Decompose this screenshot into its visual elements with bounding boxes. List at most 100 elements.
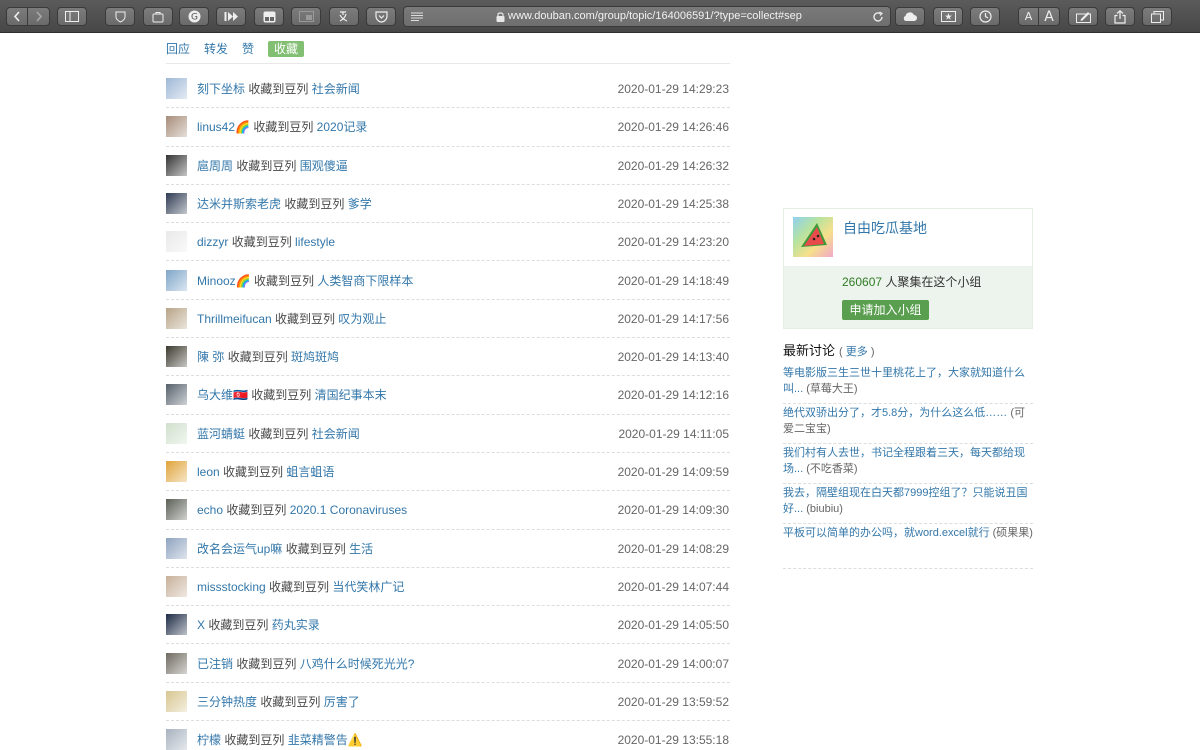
user-link[interactable]: X bbox=[197, 618, 205, 632]
user-avatar[interactable] bbox=[166, 116, 187, 138]
user-avatar[interactable] bbox=[166, 307, 187, 329]
collect-text: 柠檬 收藏到豆列 韭菜精警告⚠️ bbox=[197, 733, 363, 747]
doulist-link[interactable]: 清国纪事本末 bbox=[315, 388, 387, 402]
shield-extension-button[interactable] bbox=[105, 7, 135, 26]
tab-replies[interactable]: 回应 bbox=[166, 41, 190, 57]
doulist-link[interactable]: 斑鸠斑鸠 bbox=[291, 350, 339, 364]
star-box-icon bbox=[940, 11, 956, 22]
reader-view-icon[interactable] bbox=[411, 12, 423, 21]
user-link[interactable]: linus42🌈 bbox=[197, 120, 250, 134]
user-link[interactable]: leon bbox=[197, 465, 220, 479]
tab-overview-button[interactable] bbox=[1142, 7, 1172, 26]
favorites-button[interactable] bbox=[933, 7, 963, 26]
user-avatar[interactable] bbox=[166, 690, 187, 712]
reload-icon[interactable] bbox=[872, 11, 884, 23]
user-avatar[interactable] bbox=[166, 575, 187, 597]
user-link[interactable]: 陳 弥 bbox=[197, 350, 224, 364]
user-link[interactable]: dizzyr bbox=[197, 235, 228, 249]
user-avatar[interactable] bbox=[166, 499, 187, 521]
collect-row: echo 收藏到豆列 2020.1 Coronaviruses 2020-01-2… bbox=[166, 491, 730, 530]
latest-heading-text: 最新讨论 bbox=[783, 343, 836, 358]
reader-extension-button[interactable] bbox=[254, 7, 284, 26]
user-avatar[interactable] bbox=[166, 231, 187, 253]
user-avatar[interactable] bbox=[166, 652, 187, 674]
user-avatar[interactable] bbox=[166, 729, 187, 750]
tab-likes[interactable]: 赞 bbox=[242, 41, 254, 57]
more-link[interactable]: 更多 bbox=[846, 346, 868, 358]
translate-extension-button[interactable] bbox=[329, 7, 359, 26]
user-link[interactable]: 乌大维🇰🇵 bbox=[197, 388, 248, 402]
icloud-tabs-button[interactable] bbox=[895, 7, 925, 26]
share-button[interactable] bbox=[1105, 7, 1135, 26]
collect-row: Thrillmeifucan 收藏到豆列 叹为观止 2020-01-29 14:1… bbox=[166, 300, 730, 339]
user-avatar[interactable] bbox=[166, 154, 187, 176]
user-link[interactable]: 已注销 bbox=[197, 657, 233, 671]
doulist-link[interactable]: 药丸实录 bbox=[272, 618, 320, 632]
group-card: 自由吃瓜基地 260607 人聚集在这个小组 申请加入小组 bbox=[783, 208, 1033, 329]
font-smaller-label: A bbox=[1024, 10, 1033, 23]
user-link[interactable]: missstocking bbox=[197, 580, 266, 594]
doulist-link[interactable]: 生活 bbox=[349, 542, 373, 556]
user-avatar[interactable] bbox=[166, 78, 187, 99]
collect-row: dizzyr 收藏到豆列 lifestyle 2020-01-29 14:23:2… bbox=[166, 223, 730, 262]
doulist-link[interactable]: 爹学 bbox=[348, 197, 372, 211]
user-link[interactable]: 刻下坐标 bbox=[197, 82, 245, 96]
doulist-link[interactable]: 2020记录 bbox=[317, 120, 368, 134]
back-button[interactable] bbox=[6, 7, 28, 26]
font-smaller-button[interactable]: A bbox=[1018, 7, 1039, 26]
save-extension-button[interactable] bbox=[143, 7, 173, 26]
collect-action-text: 收藏到豆列 bbox=[260, 694, 321, 709]
user-avatar[interactable] bbox=[166, 269, 187, 291]
user-avatar[interactable] bbox=[166, 192, 187, 214]
user-avatar[interactable] bbox=[166, 422, 187, 444]
sidebar-button[interactable] bbox=[57, 7, 87, 26]
user-link[interactable]: 柠檬 bbox=[197, 733, 221, 747]
collect-text: 陳 弥 收藏到豆列 斑鸠斑鸠 bbox=[197, 350, 339, 364]
user-link[interactable]: 改名会运气up嘛 bbox=[197, 542, 282, 556]
doulist-link[interactable]: 韭菜精警告⚠️ bbox=[288, 733, 363, 747]
annotate-button[interactable] bbox=[1068, 7, 1098, 26]
doulist-link[interactable]: lifestyle bbox=[295, 235, 335, 249]
chevron-left-icon bbox=[13, 11, 20, 22]
doulist-link[interactable]: 2020.1 Coronaviruses bbox=[290, 503, 407, 517]
doulist-link[interactable]: 厉害了 bbox=[324, 695, 360, 709]
font-larger-button[interactable]: A bbox=[1039, 7, 1060, 26]
pocket-button[interactable] bbox=[366, 7, 396, 26]
user-avatar[interactable] bbox=[166, 537, 187, 559]
tab-reshares[interactable]: 转发 bbox=[204, 41, 228, 57]
user-link[interactable]: 达米并斯索老虎 bbox=[197, 197, 281, 211]
user-link[interactable]: Minooz🌈 bbox=[197, 274, 251, 288]
join-group-button[interactable]: 申请加入小组 bbox=[842, 300, 929, 320]
doulist-link[interactable]: 围观傻逼 bbox=[300, 159, 348, 173]
tab-collects[interactable]: 收藏 bbox=[268, 41, 305, 57]
doulist-link[interactable]: 社会新闻 bbox=[312, 82, 360, 96]
user-link[interactable]: 蓝河蜻蜓 bbox=[197, 427, 245, 441]
doulist-link[interactable]: 社会新闻 bbox=[312, 427, 360, 441]
doulist-link[interactable]: 蛆言蛆语 bbox=[286, 465, 334, 479]
grammar-extension-button[interactable]: G bbox=[179, 7, 209, 26]
group-avatar[interactable] bbox=[793, 217, 833, 257]
user-avatar[interactable] bbox=[166, 384, 187, 406]
doulist-link[interactable]: 八鸡什么时候死光光? bbox=[300, 657, 415, 671]
screen-extension-button[interactable] bbox=[291, 7, 321, 26]
user-link[interactable]: Thrillmeifucan bbox=[197, 312, 272, 326]
group-name-link[interactable]: 自由吃瓜基地 bbox=[843, 220, 927, 236]
forward-button[interactable] bbox=[28, 7, 50, 26]
user-link[interactable]: echo bbox=[197, 503, 223, 517]
doulist-link[interactable]: 人类智商下限样本 bbox=[317, 274, 413, 288]
doulist-link[interactable]: 叹为观止 bbox=[338, 312, 386, 326]
user-avatar[interactable] bbox=[166, 346, 187, 368]
discussion-title-link[interactable]: 绝代双骄出分了，才5.8分，为什么这么低…… bbox=[783, 407, 1007, 419]
media-extension-button[interactable] bbox=[216, 7, 246, 26]
collect-action-text: 收藏到豆列 bbox=[285, 541, 346, 556]
user-avatar[interactable] bbox=[166, 461, 187, 482]
doulist-link[interactable]: 当代笑林广记 bbox=[332, 580, 404, 594]
discussion-title-link[interactable]: 平板可以简单的办公吗，就word.excel就行 bbox=[783, 527, 990, 539]
pen-icon bbox=[1075, 11, 1091, 23]
address-bar[interactable]: www.douban.com/group/topic/164006591/?ty… bbox=[403, 6, 891, 27]
collect-action-text: 收藏到豆列 bbox=[251, 388, 312, 403]
user-avatar[interactable] bbox=[166, 614, 187, 636]
history-button[interactable] bbox=[970, 7, 1000, 26]
user-link[interactable]: 扈周周 bbox=[197, 159, 233, 173]
user-link[interactable]: 三分钟热度 bbox=[197, 695, 257, 709]
